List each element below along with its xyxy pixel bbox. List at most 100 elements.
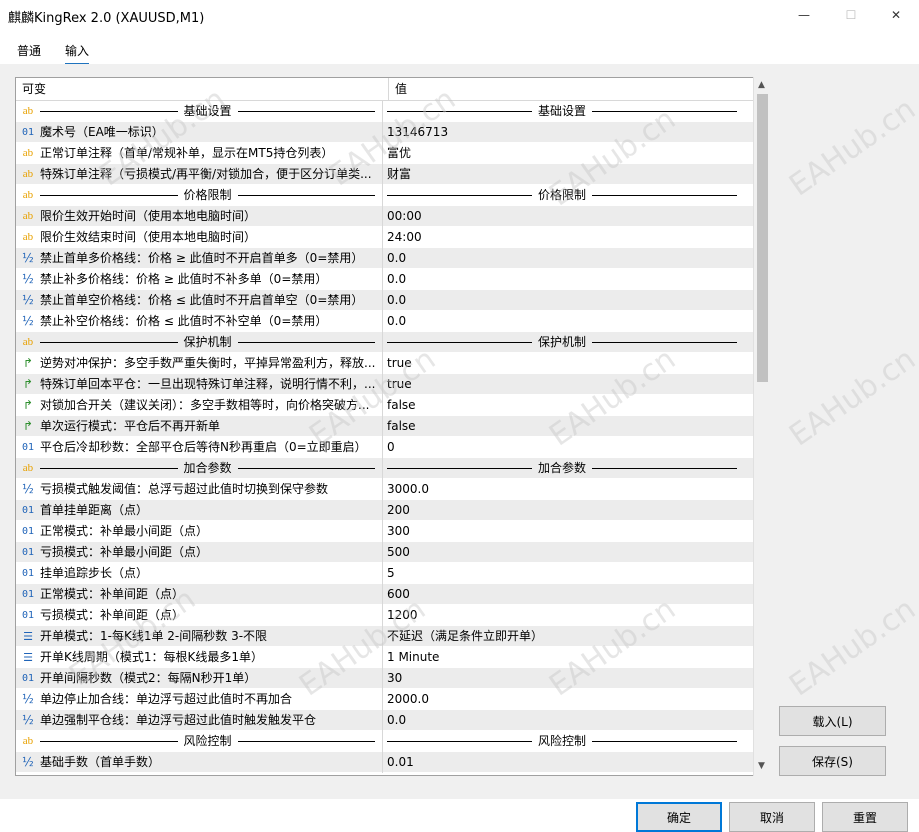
value-cell[interactable]: true xyxy=(382,353,754,374)
column-header-value[interactable]: 值 xyxy=(388,78,754,101)
parameter-value[interactable]: true xyxy=(387,356,412,370)
parameter-value[interactable]: 24:00 xyxy=(387,230,422,244)
vertical-scrollbar[interactable]: ▲ ▼ xyxy=(753,77,770,776)
value-cell[interactable]: 200 xyxy=(382,500,754,521)
group-separator-row[interactable]: ab 风险控制 风险控制 xyxy=(16,731,754,752)
parameter-value[interactable]: true xyxy=(387,377,412,391)
value-cell[interactable]: 基础设置 xyxy=(382,101,754,122)
parameter-value[interactable]: false xyxy=(387,419,416,433)
value-cell[interactable]: 价格限制 xyxy=(382,185,754,206)
value-cell[interactable]: 财富 xyxy=(382,164,754,185)
parameter-value[interactable]: 600 xyxy=(387,587,410,601)
value-cell[interactable]: 13146713 xyxy=(382,122,754,143)
parameter-value[interactable]: 00:00 xyxy=(387,209,422,223)
column-header-variable[interactable]: 可变 xyxy=(22,78,46,101)
parameter-value[interactable]: 不延迟（满足条件立即开单） xyxy=(387,629,543,643)
parameter-row[interactable]: ↱ 对锁加合开关（建议关闭）：多空手数相等时，向价格突破方... false xyxy=(16,395,754,416)
parameter-value[interactable]: 13146713 xyxy=(387,125,448,139)
scrollbar-thumb[interactable] xyxy=(757,94,768,382)
tab-inputs[interactable]: 输入 xyxy=(65,42,90,65)
parameter-value[interactable]: 200 xyxy=(387,503,410,517)
scroll-down-icon[interactable]: ▼ xyxy=(758,761,765,771)
value-cell[interactable]: 0.0 xyxy=(382,311,754,332)
parameter-value[interactable]: 财富 xyxy=(387,167,411,181)
parameter-value[interactable]: 500 xyxy=(387,545,410,559)
value-cell[interactable]: 不延迟（满足条件立即开单） xyxy=(382,626,754,647)
value-cell[interactable]: 00:00 xyxy=(382,206,754,227)
save-button[interactable]: 保存(S) xyxy=(779,746,886,776)
parameter-value[interactable]: 0.01 xyxy=(387,755,414,769)
parameter-value[interactable]: 2000.0 xyxy=(387,692,429,706)
tab-common[interactable]: 普通 xyxy=(17,42,41,63)
value-cell[interactable]: 富优 xyxy=(382,143,754,164)
parameter-value[interactable]: 3000.0 xyxy=(387,482,429,496)
parameter-row[interactable]: 01 首单挂单距离（点） 200 xyxy=(16,500,754,521)
value-cell[interactable]: 0.0 xyxy=(382,710,754,731)
value-cell[interactable]: 1200 xyxy=(382,605,754,626)
parameter-row[interactable]: ½ 禁止首单多价格线：价格 ≥ 此值时不开启首单多（0=禁用） 0.0 xyxy=(16,248,754,269)
parameter-value[interactable]: 0.0 xyxy=(387,314,406,328)
group-separator-row[interactable]: ab 保护机制 保护机制 xyxy=(16,332,754,353)
parameter-row[interactable]: ↱ 逆势对冲保护：多空手数严重失衡时，平掉异常盈利方，释放... true xyxy=(16,353,754,374)
value-cell[interactable]: 风险控制 xyxy=(382,731,754,752)
value-cell[interactable]: 加合参数 xyxy=(382,458,754,479)
parameter-row[interactable]: ↱ 特殊订单回本平仓：一旦出现特殊订单注释，说明行情不利，... true xyxy=(16,374,754,395)
parameter-row[interactable]: 01 亏损模式：补单间距（点） 1200 xyxy=(16,605,754,626)
value-cell[interactable]: 0.0 xyxy=(382,248,754,269)
parameter-row[interactable]: ab 特殊订单注释（亏损模式/再平衡/对锁加合，便于区分订单类... 财富 xyxy=(16,164,754,185)
group-separator-row[interactable]: ab 加合参数 加合参数 xyxy=(16,458,754,479)
value-cell[interactable]: 0.0 xyxy=(382,290,754,311)
value-cell[interactable]: true xyxy=(382,374,754,395)
value-cell[interactable]: 24:00 xyxy=(382,227,754,248)
parameter-row[interactable]: ½ 基础手数（首单手数） 0.01 xyxy=(16,752,754,773)
value-cell[interactable]: false xyxy=(382,395,754,416)
parameter-row[interactable]: 01 魔术号（EA唯一标识） 13146713 xyxy=(16,122,754,143)
maximize-button[interactable]: ☐ xyxy=(828,0,874,30)
value-cell[interactable]: 0.0 xyxy=(382,269,754,290)
parameter-value[interactable]: 30 xyxy=(387,671,402,685)
parameter-row[interactable]: 01 亏损模式：补单最小间距（点） 500 xyxy=(16,542,754,563)
parameter-value[interactable]: false xyxy=(387,398,416,412)
minimize-button[interactable]: — xyxy=(781,0,827,30)
parameter-row[interactable]: 01 平仓后冷却秒数：全部平仓后等待N秒再重启（0=立即重启） 0 xyxy=(16,437,754,458)
parameter-row[interactable]: ½ 单边停止加合线：单边浮亏超过此值时不再加合 2000.0 xyxy=(16,689,754,710)
load-button[interactable]: 载入(L) xyxy=(779,706,886,736)
group-separator-row[interactable]: ab 基础设置 基础设置 xyxy=(16,101,754,122)
parameter-row[interactable]: ↱ 单次运行模式：平仓后不再开新单 false xyxy=(16,416,754,437)
value-cell[interactable]: 300 xyxy=(382,521,754,542)
parameter-row[interactable]: ½ 亏损模式触发阈值：总浮亏超过此值时切换到保守参数 3000.0 xyxy=(16,479,754,500)
parameter-value[interactable]: 0.0 xyxy=(387,251,406,265)
ok-button[interactable]: 确定 xyxy=(636,802,722,832)
parameter-value[interactable]: 1200 xyxy=(387,608,418,622)
parameter-row[interactable]: ab 限价生效开始时间（使用本地电脑时间） 00:00 xyxy=(16,206,754,227)
value-cell[interactable]: false xyxy=(382,416,754,437)
parameter-row[interactable]: ab 限价生效结束时间（使用本地电脑时间） 24:00 xyxy=(16,227,754,248)
parameter-row[interactable]: ☰ 开单模式：1-每K线1单 2-间隔秒数 3-不限 不延迟（满足条件立即开单） xyxy=(16,626,754,647)
parameter-row[interactable]: ½ 禁止补多价格线：价格 ≥ 此值时不补多单（0=禁用） 0.0 xyxy=(16,269,754,290)
parameter-row[interactable]: 01 挂单追踪步长（点） 5 xyxy=(16,563,754,584)
parameter-value[interactable]: 5 xyxy=(387,566,395,580)
parameter-row[interactable]: ½ 单边强制平仓线：单边浮亏超过此值时触发触发平仓 0.0 xyxy=(16,710,754,731)
value-cell[interactable]: 30 xyxy=(382,668,754,689)
scroll-up-icon[interactable]: ▲ xyxy=(758,80,765,90)
value-cell[interactable]: 2000.0 xyxy=(382,689,754,710)
value-cell[interactable]: 0.01 xyxy=(382,752,754,773)
value-cell[interactable]: 0 xyxy=(382,437,754,458)
value-cell[interactable]: 500 xyxy=(382,542,754,563)
value-cell[interactable]: 5 xyxy=(382,563,754,584)
value-cell[interactable]: 3000.0 xyxy=(382,479,754,500)
value-cell[interactable]: 600 xyxy=(382,584,754,605)
close-button[interactable]: ✕ xyxy=(873,0,919,30)
value-cell[interactable]: 1 Minute xyxy=(382,647,754,668)
parameter-row[interactable]: 01 正常模式：补单间距（点） 600 xyxy=(16,584,754,605)
value-cell[interactable]: 保护机制 xyxy=(382,332,754,353)
parameter-row[interactable]: ½ 禁止补空价格线：价格 ≤ 此值时不补空单（0=禁用） 0.0 xyxy=(16,311,754,332)
parameter-value[interactable]: 0.0 xyxy=(387,713,406,727)
parameter-row[interactable]: 01 开单间隔秒数（模式2：每隔N秒开1单） 30 xyxy=(16,668,754,689)
group-separator-row[interactable]: ab 价格限制 价格限制 xyxy=(16,185,754,206)
parameter-value[interactable]: 0.0 xyxy=(387,293,406,307)
cancel-button[interactable]: 取消 xyxy=(729,802,815,832)
reset-button[interactable]: 重置 xyxy=(822,802,908,832)
parameter-row[interactable]: ab 正常订单注释（首单/常规补单，显示在MT5持仓列表） 富优 xyxy=(16,143,754,164)
parameter-value[interactable]: 300 xyxy=(387,524,410,538)
